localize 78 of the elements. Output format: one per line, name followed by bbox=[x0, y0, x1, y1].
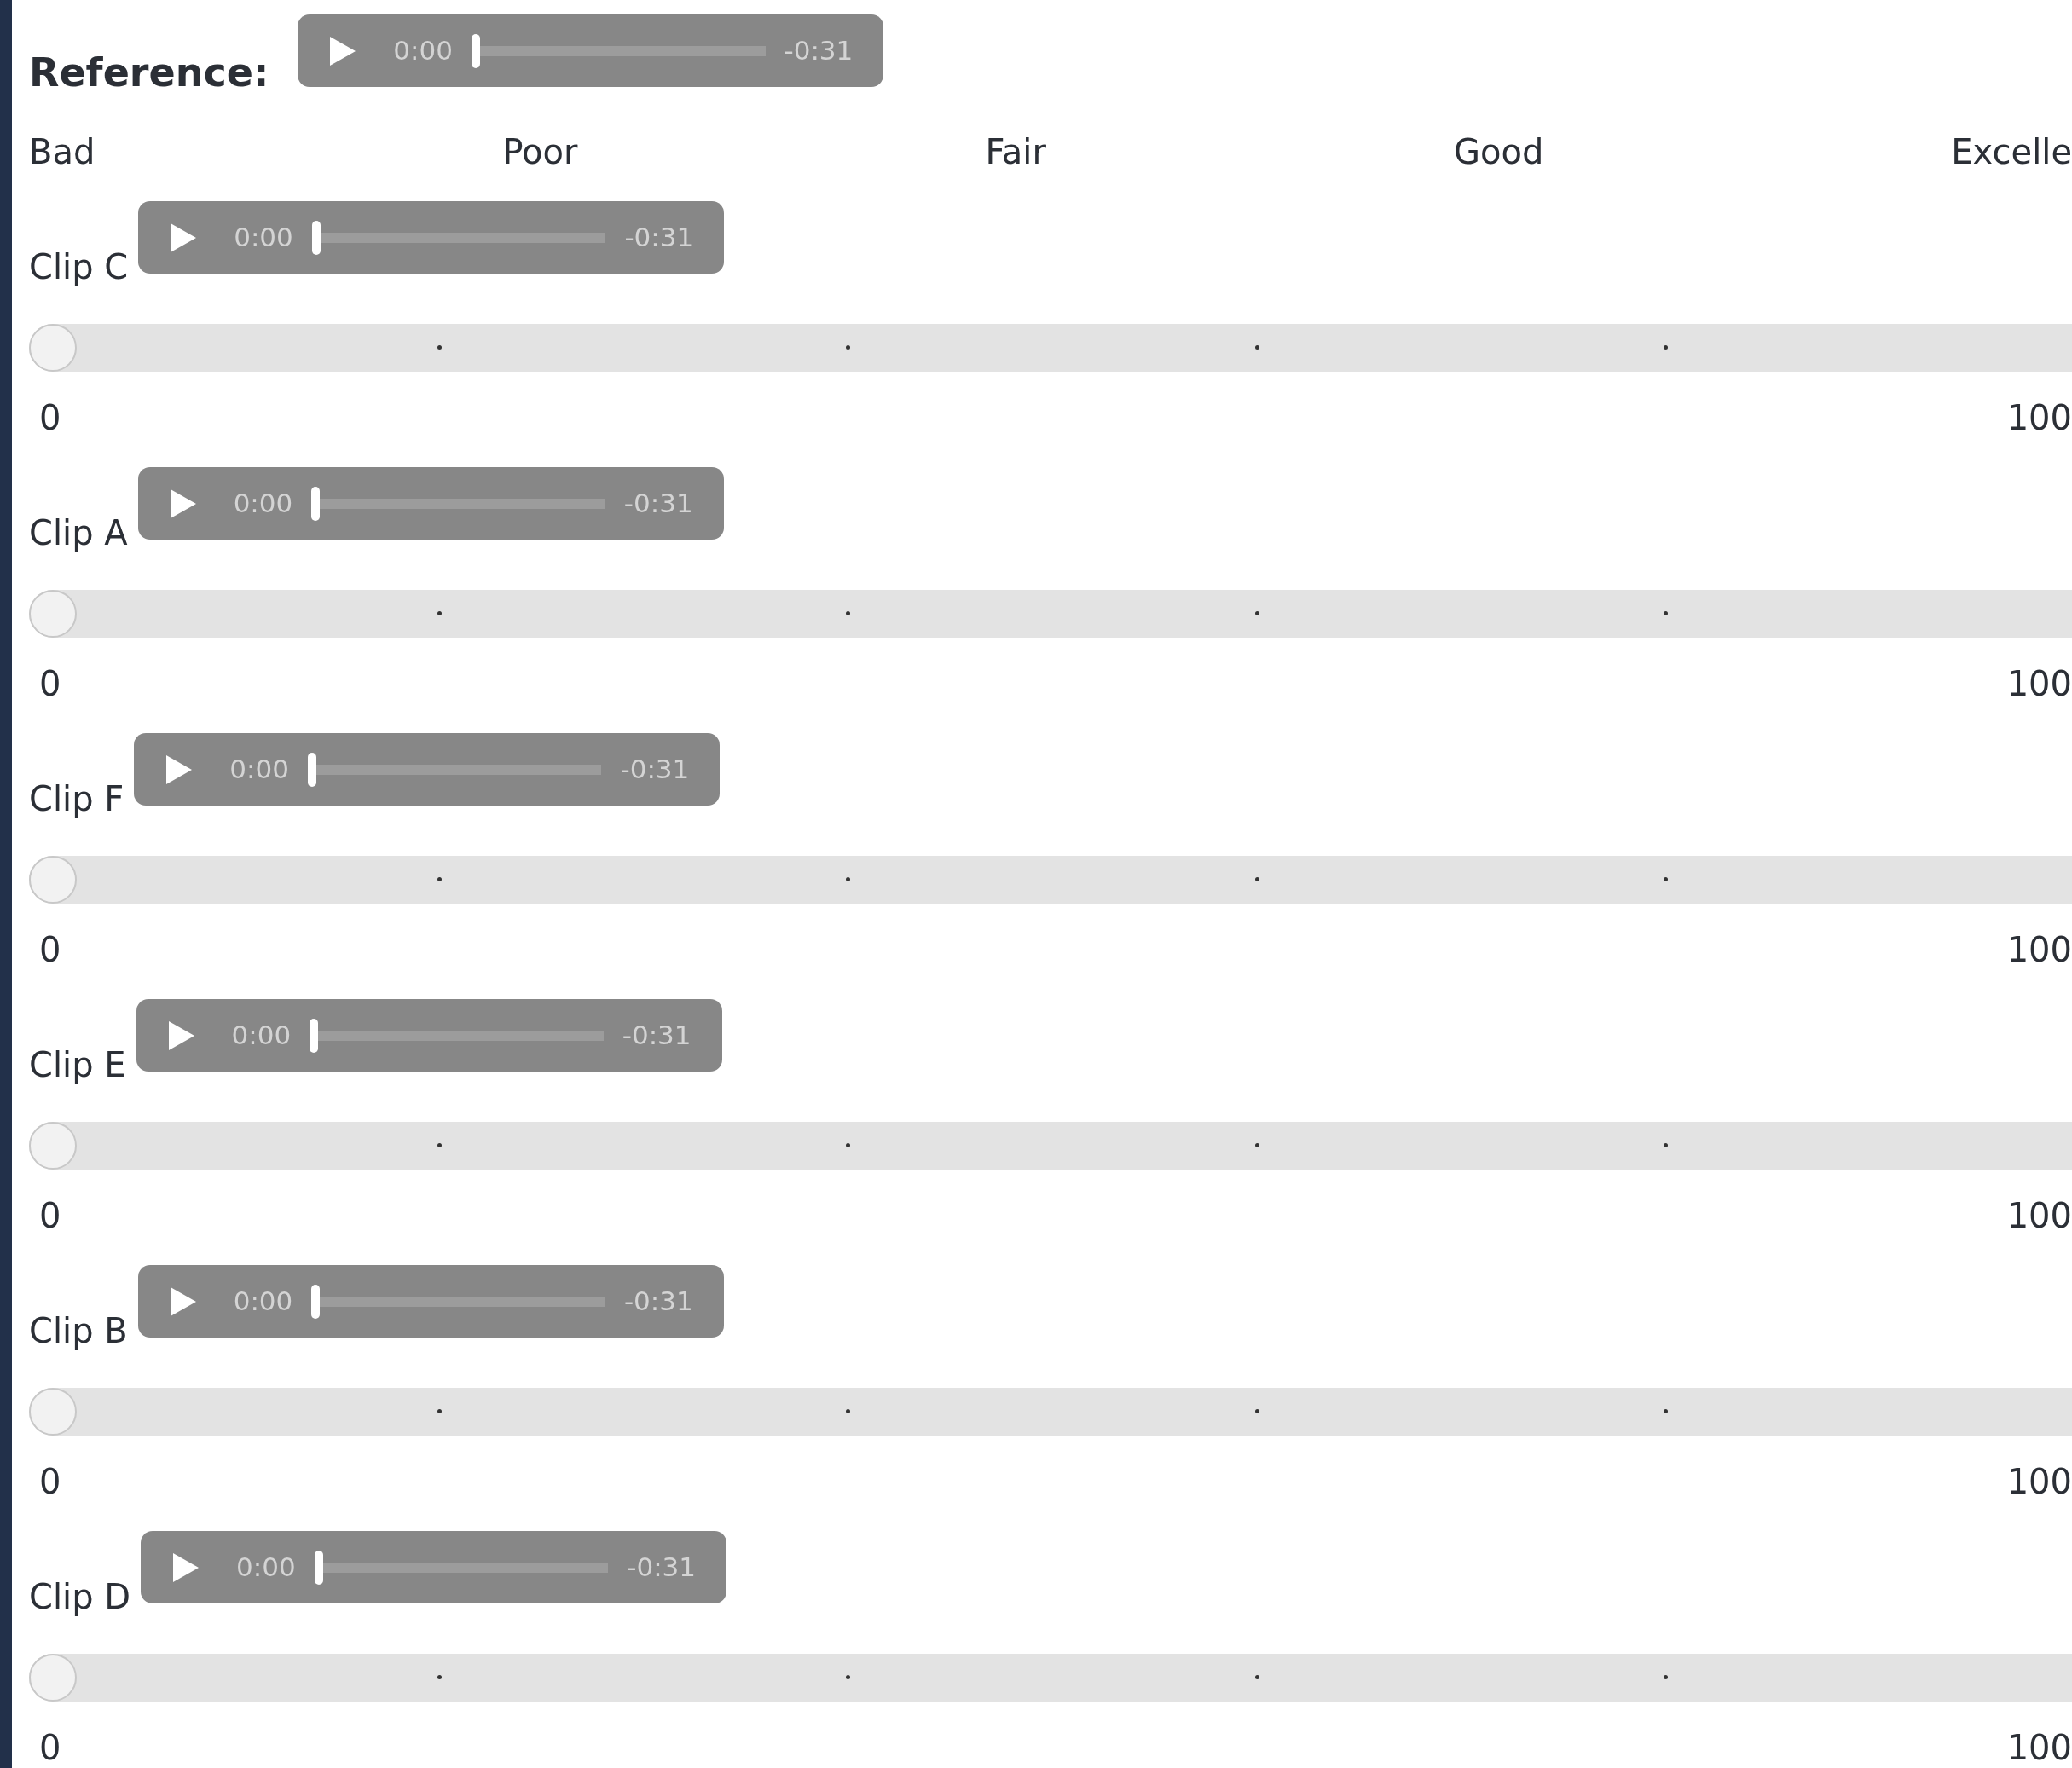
remaining-time: -0:31 bbox=[623, 1285, 693, 1319]
tick-mark bbox=[846, 1675, 851, 1679]
max-value: 100 bbox=[2006, 933, 2072, 967]
slider-thumb[interactable] bbox=[29, 856, 77, 904]
tick-mark bbox=[437, 877, 443, 881]
tick-mark bbox=[1254, 877, 1259, 881]
play-icon[interactable] bbox=[166, 1019, 196, 1052]
scale-label: Poor bbox=[502, 135, 578, 169]
scale-label: Good bbox=[1453, 135, 1544, 169]
tick-mark bbox=[1663, 345, 1668, 350]
seek-thumb[interactable] bbox=[311, 486, 321, 521]
tick-mark bbox=[437, 1675, 443, 1679]
tick-mark bbox=[846, 611, 851, 615]
seek-thumb[interactable] bbox=[311, 1284, 321, 1319]
seek-thumb[interactable] bbox=[471, 33, 480, 68]
tick-mark bbox=[846, 877, 851, 881]
max-value: 100 bbox=[2006, 1465, 2072, 1499]
tick-mark bbox=[437, 1409, 443, 1413]
tick-mark bbox=[1663, 1675, 1668, 1679]
current-time: 0:00 bbox=[393, 34, 453, 68]
remaining-time: -0:31 bbox=[620, 753, 690, 787]
slider-thumb[interactable] bbox=[29, 324, 77, 372]
rating-slider[interactable] bbox=[29, 590, 2072, 638]
rating-slider[interactable] bbox=[29, 1388, 2072, 1436]
min-value: 0 bbox=[39, 401, 61, 435]
current-time: 0:00 bbox=[236, 1551, 296, 1585]
current-time: 0:00 bbox=[231, 1019, 292, 1053]
min-value: 0 bbox=[39, 667, 61, 701]
play-icon[interactable] bbox=[168, 1285, 198, 1318]
min-value: 0 bbox=[39, 1199, 61, 1233]
remaining-time: -0:31 bbox=[622, 1019, 692, 1053]
current-time: 0:00 bbox=[233, 1285, 293, 1319]
reference-label: Reference: bbox=[29, 53, 269, 92]
seek-thumb[interactable] bbox=[311, 220, 321, 255]
tick-mark bbox=[1254, 1675, 1259, 1679]
tick-mark bbox=[1663, 1409, 1668, 1413]
min-value: 0 bbox=[39, 1730, 61, 1765]
tick-mark bbox=[1663, 611, 1668, 615]
rating-slider[interactable] bbox=[29, 324, 2072, 372]
tick-mark bbox=[1254, 1409, 1259, 1413]
rating-slider[interactable] bbox=[29, 1122, 2072, 1170]
scale-label: Bad bbox=[29, 135, 95, 169]
tick-mark bbox=[437, 345, 443, 350]
slider-thumb[interactable] bbox=[29, 590, 77, 638]
remaining-time: -0:31 bbox=[624, 221, 694, 255]
current-time: 0:00 bbox=[229, 753, 289, 787]
current-time: 0:00 bbox=[233, 487, 293, 521]
min-value: 0 bbox=[39, 933, 61, 967]
scale-label: Fair bbox=[985, 135, 1046, 169]
seek-thumb[interactable] bbox=[310, 1018, 319, 1053]
tick-mark bbox=[1254, 611, 1259, 615]
max-value: 100 bbox=[2006, 401, 2072, 435]
tick-mark bbox=[437, 611, 443, 615]
remaining-time: -0:31 bbox=[623, 487, 693, 521]
slider-thumb[interactable] bbox=[29, 1122, 77, 1170]
max-value: 100 bbox=[2006, 1199, 2072, 1233]
rating-slider[interactable] bbox=[29, 1654, 2072, 1702]
rating-slider[interactable] bbox=[29, 856, 2072, 904]
slider-thumb[interactable] bbox=[29, 1388, 77, 1436]
play-icon[interactable] bbox=[168, 487, 198, 520]
scale-label: Excelle bbox=[1951, 135, 2072, 169]
remaining-time: -0:31 bbox=[627, 1551, 697, 1585]
tick-mark bbox=[1254, 345, 1259, 350]
current-time: 0:00 bbox=[234, 221, 293, 255]
remaining-time: -0:31 bbox=[784, 34, 854, 68]
slider-thumb[interactable] bbox=[29, 1654, 77, 1702]
seek-thumb[interactable] bbox=[307, 752, 316, 787]
tick-mark bbox=[846, 345, 851, 350]
tick-mark bbox=[1254, 1143, 1259, 1147]
tick-mark bbox=[846, 1143, 851, 1147]
min-value: 0 bbox=[39, 1465, 61, 1499]
tick-mark bbox=[437, 1143, 443, 1147]
max-value: 100 bbox=[2006, 667, 2072, 701]
tick-mark bbox=[1663, 1143, 1668, 1147]
seek-thumb[interactable] bbox=[314, 1550, 323, 1585]
max-value: 100 bbox=[2006, 1730, 2072, 1765]
tick-mark bbox=[1663, 877, 1668, 881]
tick-mark bbox=[846, 1409, 851, 1413]
